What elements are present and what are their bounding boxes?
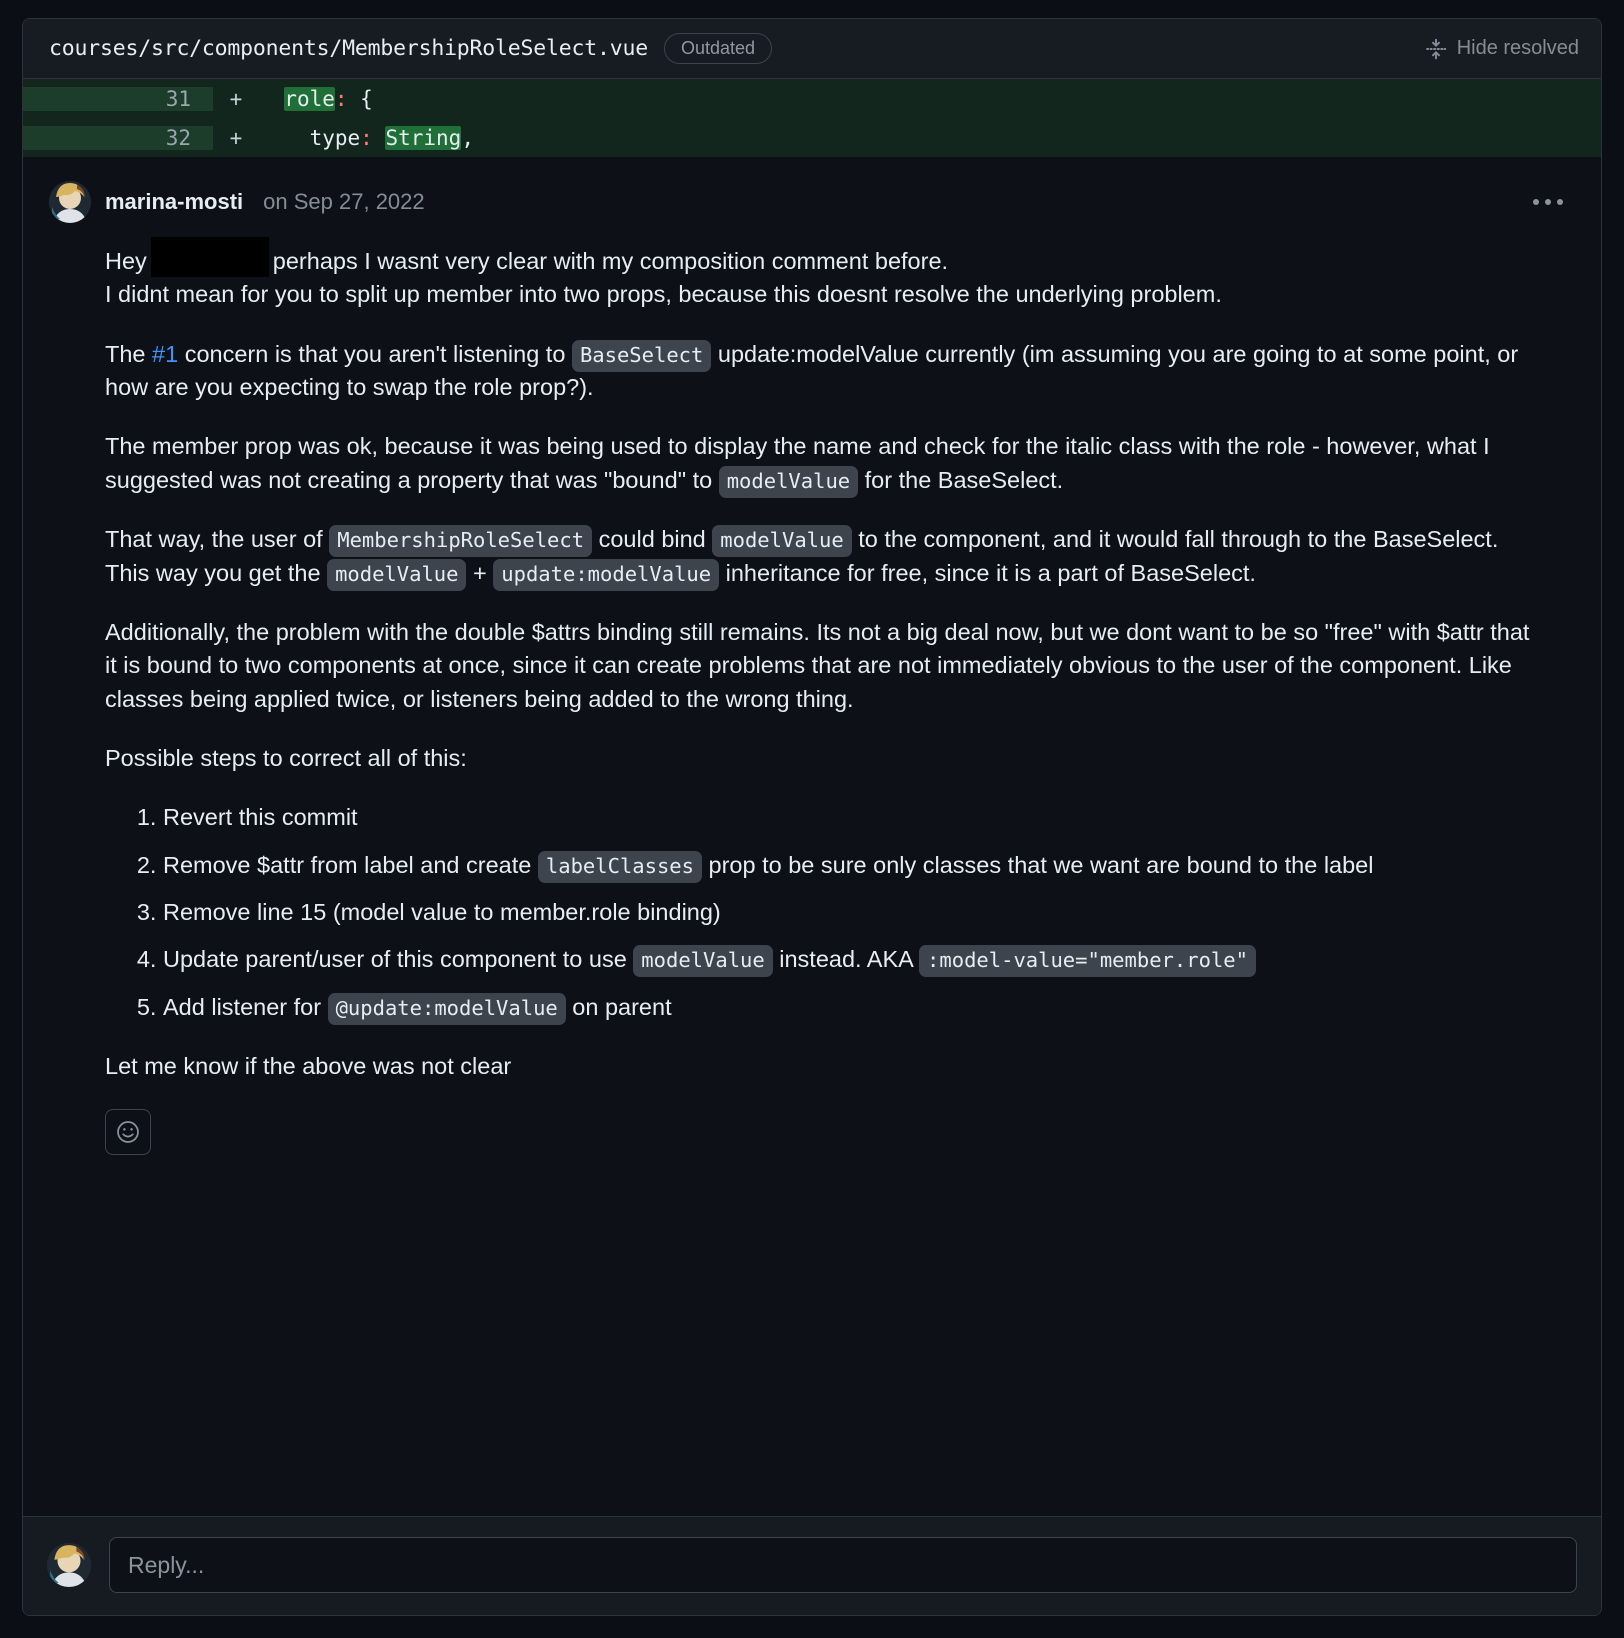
- concern-text-a: The: [105, 340, 153, 367]
- diff-line-number: 31: [23, 86, 213, 111]
- diff-hunk: 31 + role: { 32 + type: String,: [23, 79, 1601, 157]
- inline-code: :model-value="member.role": [919, 945, 1256, 978]
- steps-list: Revert this commit Remove $attr from lab…: [105, 801, 1545, 1025]
- member-prop-text-b: for the BaseSelect.: [858, 466, 1064, 493]
- inline-code: labelClasses: [537, 850, 702, 883]
- paragraph-member-prop: The member prop was ok, because it was b…: [105, 430, 1545, 498]
- reply-bar: [23, 1516, 1601, 1615]
- review-comment-thread: courses/src/components/MembershipRoleSel…: [22, 18, 1602, 1616]
- greeting-text: Hey: [105, 248, 147, 274]
- step-text-tail: prop to be sure only classes that we wan…: [702, 851, 1374, 878]
- thread-header-left: courses/src/components/MembershipRoleSel…: [49, 33, 773, 64]
- issue-link[interactable]: #1: [152, 341, 178, 367]
- step-text: Add listener for: [163, 993, 328, 1020]
- diff-row[interactable]: 32 + type: String,: [23, 118, 1601, 157]
- hide-resolved-label: Hide resolved: [1456, 37, 1579, 59]
- inline-code: modelValue: [712, 525, 852, 558]
- hide-resolved-button[interactable]: Hide resolved: [1425, 37, 1579, 60]
- comment-author[interactable]: marina-mosti: [105, 189, 243, 215]
- diff-keyword: type: [309, 125, 361, 150]
- step-text: Revert this commit: [163, 804, 358, 831]
- binding-text-e: inheritance for free, since it is a part…: [719, 559, 1256, 586]
- comment-markdown-body: Hey perhaps I wasnt very clear with my co…: [49, 237, 1575, 1083]
- diff-added-word: role: [284, 86, 335, 111]
- step-text: Remove $attr from label and create: [163, 851, 538, 878]
- binding-text-a: That way, the user of: [105, 526, 330, 553]
- diff-sign: +: [229, 125, 243, 150]
- fold-icon: [1425, 38, 1447, 60]
- list-item: Remove line 15 (model value to member.ro…: [163, 896, 1545, 929]
- diff-row[interactable]: 31 + role: {: [23, 79, 1601, 118]
- diff-punct: :: [360, 125, 373, 150]
- redacted-username-block: [150, 237, 269, 277]
- inline-code: BaseSelect: [571, 339, 712, 372]
- comment-body-container: marina-mosti on Sep 27, 2022 Hey perhaps …: [23, 157, 1601, 1516]
- step-text: Update parent/user of this component to …: [163, 946, 634, 973]
- avatar[interactable]: [47, 1543, 91, 1587]
- smiley-face-icon: [115, 1119, 141, 1145]
- outdated-badge: Outdated: [663, 33, 773, 64]
- binding-text-d: +: [466, 559, 494, 586]
- paragraph-closing: Let me know if the above was not clear: [105, 1053, 512, 1080]
- diff-punct: :: [334, 86, 348, 111]
- reply-input[interactable]: [109, 1537, 1577, 1593]
- diff-added-word: String: [385, 125, 462, 150]
- greeting-line2: I didnt mean for you to split up member …: [105, 281, 1222, 308]
- binding-text-b: could bind: [592, 526, 713, 553]
- list-item: Revert this commit: [163, 801, 1545, 834]
- step-text: Remove line 15 (model value to member.ro…: [163, 899, 721, 926]
- avatar[interactable]: [49, 181, 91, 223]
- step-text-tail: on parent: [565, 993, 672, 1020]
- list-item: Add listener for @update:modelValue on p…: [163, 991, 1545, 1025]
- paragraph-concern: The #1 concern is that you aren't listen…: [105, 338, 1545, 405]
- page-root: courses/src/components/MembershipRoleSel…: [0, 0, 1624, 1638]
- list-item: Remove $attr from label and create label…: [163, 849, 1545, 883]
- comment-header: marina-mosti on Sep 27, 2022: [49, 181, 1575, 223]
- paragraph-steps-intro: Possible steps to correct all of this:: [105, 744, 467, 771]
- inline-code: @update:modelValue: [327, 992, 566, 1025]
- paragraph-greeting: Hey perhaps I wasnt very clear with my co…: [105, 237, 1545, 312]
- diff-rest: {: [347, 86, 373, 111]
- diff-line-number: 32: [23, 125, 213, 150]
- step-text-tail: instead. AKA: [772, 946, 920, 973]
- inline-code: update:modelValue: [493, 558, 720, 591]
- file-path[interactable]: courses/src/components/MembershipRoleSel…: [49, 36, 648, 61]
- concern-text-b: concern is that you aren't listening to: [178, 340, 572, 367]
- comment-timestamp[interactable]: on Sep 27, 2022: [263, 189, 424, 215]
- greeting-rest: perhaps I wasnt very clear with my compo…: [272, 248, 949, 274]
- thread-header: courses/src/components/MembershipRoleSel…: [23, 19, 1601, 79]
- inline-code: modelValue: [718, 465, 859, 498]
- list-item: Update parent/user of this component to …: [163, 943, 1545, 978]
- inline-code: MembershipRoleSelect: [329, 525, 593, 558]
- diff-code: type: String,: [259, 125, 474, 150]
- diff-sign: +: [229, 86, 243, 111]
- inline-code: modelValue: [633, 945, 773, 978]
- add-reaction-button[interactable]: [105, 1109, 151, 1156]
- inline-code: modelValue: [327, 558, 467, 591]
- diff-code: role: {: [259, 86, 373, 111]
- diff-rest: ,: [461, 125, 474, 150]
- kebab-menu-icon[interactable]: [1529, 193, 1567, 211]
- paragraph-binding: That way, the user of MembershipRoleSele…: [105, 523, 1545, 591]
- paragraph-attrs: Additionally, the problem with the doubl…: [105, 618, 1530, 712]
